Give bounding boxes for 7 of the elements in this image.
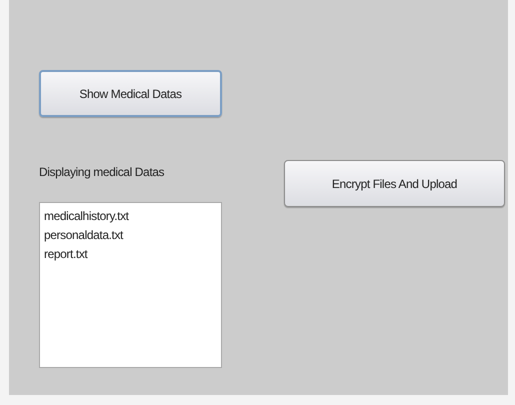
show-medical-datas-button[interactable]: Show Medical Datas bbox=[39, 70, 222, 117]
file-list-item[interactable]: report.txt bbox=[44, 247, 217, 261]
file-list-item[interactable]: personaldata.txt bbox=[44, 228, 217, 242]
file-list[interactable]: medicalhistory.txt personaldata.txt report.txt bbox=[39, 202, 222, 368]
encrypt-upload-button[interactable]: Encrypt Files And Upload bbox=[284, 160, 505, 207]
file-list-item[interactable]: medicalhistory.txt bbox=[44, 209, 217, 223]
list-label: Displaying medical Datas bbox=[39, 165, 166, 179]
